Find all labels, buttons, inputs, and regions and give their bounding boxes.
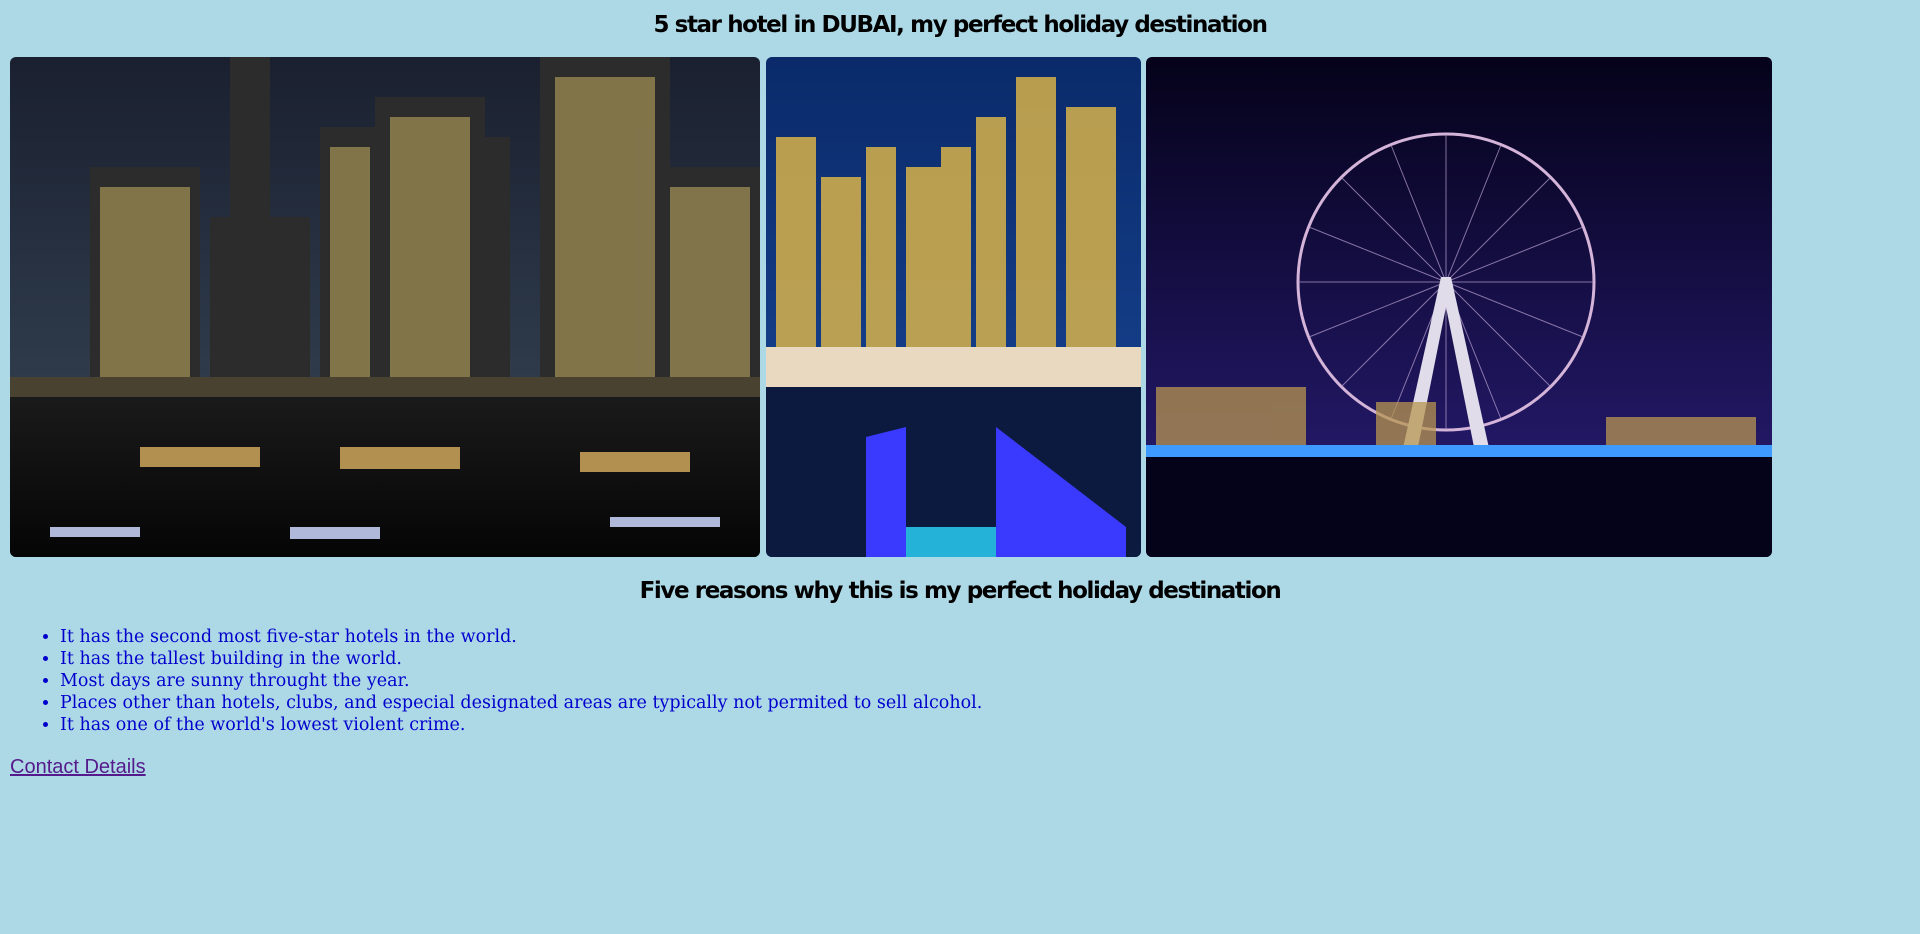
marina-towers-image [766,57,1141,557]
list-item: It has the tallest building in the world… [60,648,982,670]
list-item: It has the second most five-star hotels … [60,626,982,648]
observation-wheel-image [1146,57,1772,557]
list-item: It has one of the world's lowest violent… [60,714,982,736]
list-item: Most days are sunny throught the year. [60,670,982,692]
list-item: Places other than hotels, clubs, and esp… [60,692,982,714]
page-title: 5 star hotel in DUBAI, my perfect holida… [653,12,1268,38]
marina-skyline-image [10,57,760,557]
reasons-heading: Five reasons why this is my perfect holi… [639,578,1282,604]
reasons-list: It has the second most five-star hotels … [10,626,982,736]
contact-details-link[interactable]: Contact Details [10,756,146,779]
